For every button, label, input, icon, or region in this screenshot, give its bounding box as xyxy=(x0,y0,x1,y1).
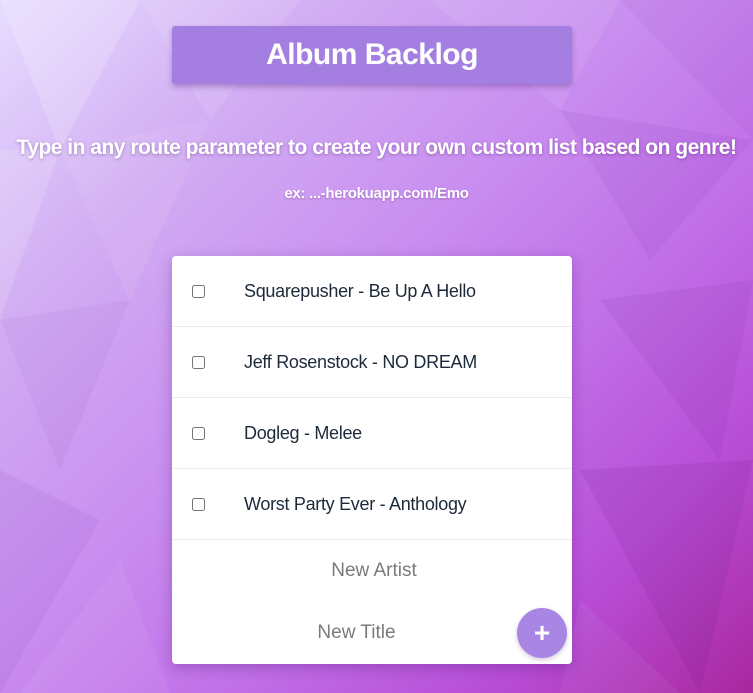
list-item[interactable]: Squarepusher - Be Up A Hello xyxy=(172,256,572,327)
add-album-button[interactable]: + xyxy=(517,608,567,658)
title-banner: Album Backlog xyxy=(172,26,572,84)
album-label: Squarepusher - Be Up A Hello xyxy=(244,280,476,301)
album-checkbox[interactable] xyxy=(192,426,205,440)
list-item[interactable]: Dogleg - Melee xyxy=(172,398,572,469)
album-list-card: Squarepusher - Be Up A Hello Jeff Rosens… xyxy=(172,256,572,664)
instructions-text: Type in any route parameter to create yo… xyxy=(16,136,737,159)
album-label: Worst Party Ever - Anthology xyxy=(244,493,467,514)
new-title-input[interactable] xyxy=(172,616,541,650)
album-label: Dogleg - Melee xyxy=(244,422,362,443)
list-item[interactable]: Jeff Rosenstock - NO DREAM xyxy=(172,327,572,398)
plus-icon: + xyxy=(533,617,551,648)
album-checkbox[interactable] xyxy=(192,497,205,511)
list-item[interactable]: Worst Party Ever - Anthology xyxy=(172,469,572,540)
page-title: Album Backlog xyxy=(266,38,478,71)
album-label: Jeff Rosenstock - NO DREAM xyxy=(244,351,477,372)
album-checkbox[interactable] xyxy=(192,284,205,298)
new-artist-input[interactable] xyxy=(172,554,572,588)
example-route-text: ex: ...-herokuapp.com/Emo xyxy=(284,185,469,202)
album-checkbox[interactable] xyxy=(192,355,205,369)
